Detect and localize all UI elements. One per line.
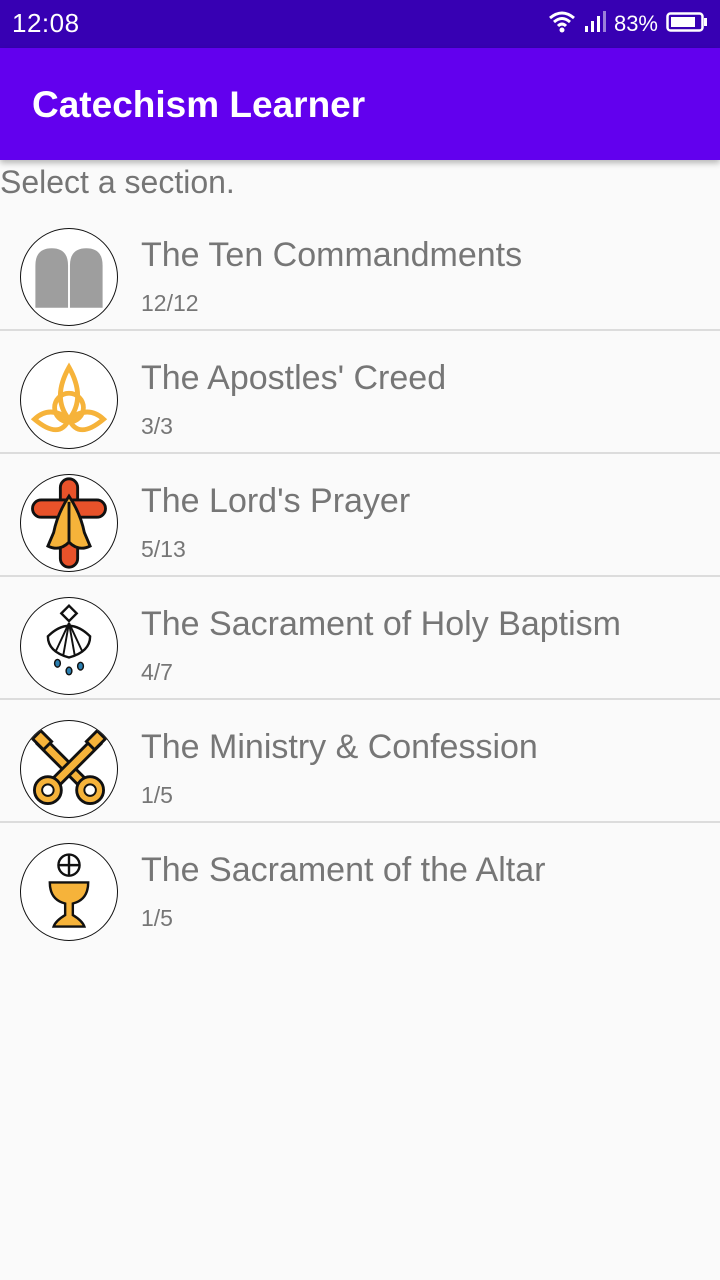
section-title: The Apostles' Creed [141, 359, 447, 397]
app-bar: Catechism Learner [0, 48, 720, 160]
section-progress: 5/13 [141, 536, 186, 562]
section-title: The Sacrament of Holy Baptism [141, 605, 621, 643]
section-progress: 3/3 [141, 413, 173, 439]
crossed-keys-icon [20, 720, 118, 818]
status-bar: 12:08 83% [0, 0, 720, 48]
signal-icon [584, 10, 606, 39]
section-item-holy-baptism[interactable]: The Sacrament of Holy Baptism 4/7 [0, 577, 720, 700]
trinity-knot-icon [20, 351, 118, 449]
status-icons: 83% [548, 9, 708, 39]
section-item-ten-commandments[interactable]: The Ten Commandments 12/12 [0, 208, 720, 331]
section-item-sacrament-altar[interactable]: The Sacrament of the Altar 1/5 [0, 823, 720, 944]
section-list: The Ten Commandments 12/12 The Apostles'… [0, 208, 720, 944]
section-progress: 4/7 [141, 659, 173, 685]
app-title: Catechism Learner [32, 84, 366, 125]
section-item-lords-prayer[interactable]: The Lord's Prayer 5/13 [0, 454, 720, 577]
section-progress: 12/12 [141, 290, 199, 316]
section-prompt: Select a section. [0, 164, 235, 200]
section-item-ministry-confession[interactable]: The Ministry & Confession 1/5 [0, 700, 720, 823]
chalice-host-icon [20, 843, 118, 941]
battery-percent: 83% [613, 11, 658, 36]
praying-hands-cross-icon [20, 474, 118, 572]
wifi-icon [548, 10, 576, 39]
section-title: The Ministry & Confession [141, 728, 538, 766]
status-time: 12:08 [12, 8, 80, 38]
baptism-shell-icon [20, 597, 118, 695]
battery-icon [666, 11, 708, 38]
section-progress: 1/5 [141, 905, 173, 931]
section-title: The Ten Commandments [141, 236, 523, 274]
tablets-icon [20, 228, 118, 326]
section-item-apostles-creed[interactable]: The Apostles' Creed 3/3 [0, 331, 720, 454]
section-progress: 1/5 [141, 782, 173, 808]
section-title: The Lord's Prayer [141, 482, 411, 520]
section-title: The Sacrament of the Altar [141, 851, 546, 889]
